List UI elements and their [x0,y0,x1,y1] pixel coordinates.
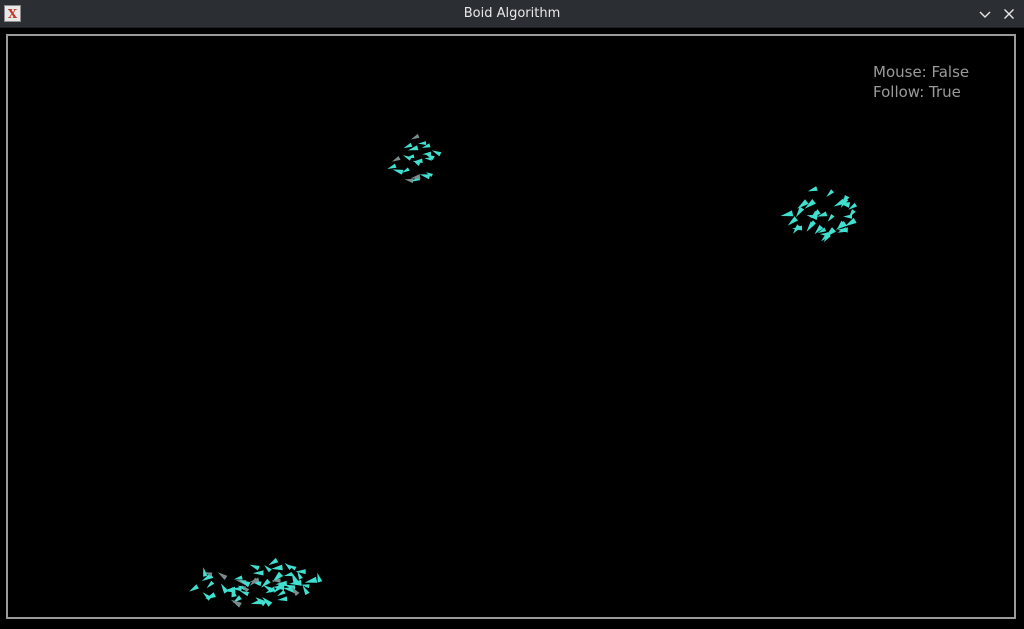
boid [317,572,323,583]
boid-field [189,133,858,608]
boid [277,596,288,602]
title-bar[interactable]: X Boid Algorithm [0,0,1024,28]
boid [814,224,824,235]
boid [848,209,856,218]
status-overlay: Mouse: False Follow: True [873,62,969,102]
boid [264,565,272,573]
window-title: Boid Algorithm [463,6,561,21]
boid [418,141,427,145]
boid [252,570,264,576]
boid [249,564,260,571]
boid [403,142,413,149]
boid [217,572,228,580]
boid [283,572,293,577]
boid [387,163,397,169]
boid [233,575,243,580]
boid [391,156,401,162]
boid [295,569,306,575]
boid [189,584,199,592]
boid [827,214,835,222]
boid [844,217,857,227]
close-icon[interactable] [999,4,1019,24]
boid [304,576,318,583]
boid [419,174,431,180]
boid [826,189,835,197]
boid [410,133,420,140]
boid [268,557,279,566]
boid [410,174,421,179]
boid [301,584,310,589]
app-window: X Boid Algorithm Mouse: False Follow: Tr… [0,0,1024,629]
simulation-canvas[interactable]: Mouse: False Follow: True [0,28,1024,629]
boid [239,590,250,597]
boid [406,154,415,158]
boid [780,210,794,217]
boid [787,216,798,226]
boid [203,567,208,577]
boid [206,580,215,589]
boid [431,150,442,157]
follow-status: Follow: True [873,83,961,101]
boid [220,583,229,594]
boid [422,151,432,156]
boid [796,206,805,218]
boid [413,158,423,163]
boid [284,562,293,570]
boid [277,589,286,597]
mouse-status: Mouse: False [873,63,970,81]
boid [271,564,283,571]
boid [392,169,404,175]
chevron-down-icon[interactable] [975,4,995,24]
boid [807,186,818,192]
